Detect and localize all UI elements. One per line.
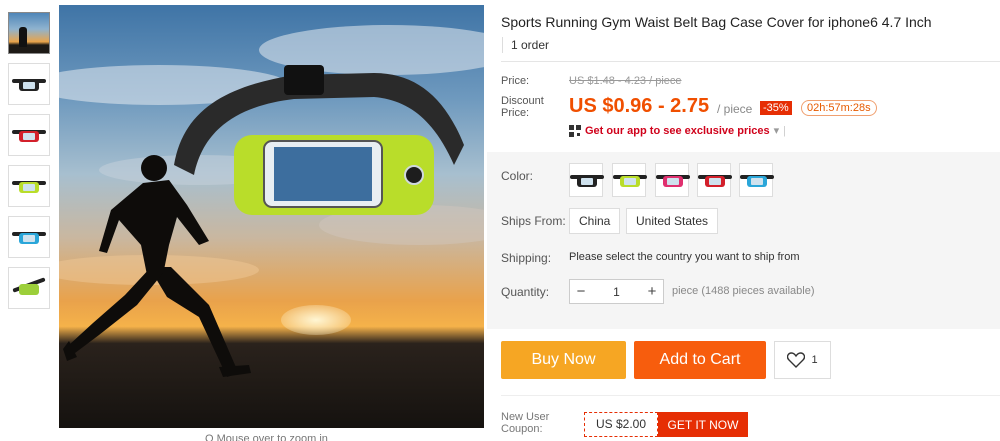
buy-now-button[interactable]: Buy Now [501, 341, 626, 379]
quantity-input[interactable] [592, 280, 641, 303]
caret-down-icon: ▾ [773, 125, 780, 137]
get-coupon-button[interactable]: GET IT NOW [658, 412, 748, 437]
add-to-cart-button[interactable]: Add to Cart [634, 341, 766, 379]
price-unit: / piece [717, 102, 753, 116]
heart-icon [787, 352, 806, 368]
ship-from-china[interactable]: China [569, 208, 621, 234]
thumbnail-blue[interactable] [8, 216, 50, 258]
color-label: Color: [501, 169, 534, 183]
discount-badge: -35% [760, 101, 792, 115]
wishlist-count: 1 [811, 354, 818, 366]
waist-belt-image [174, 65, 464, 215]
stock-available: piece (1488 pieces available) [672, 285, 815, 297]
color-swatch-blue[interactable] [739, 163, 774, 197]
quantity-increase-button[interactable]: + [641, 280, 663, 303]
thumbnail-runner[interactable] [8, 12, 50, 54]
zoom-hint: Q Mouse over to zoom in [205, 433, 328, 441]
main-product-photo[interactable] [59, 5, 484, 428]
quantity-decrease-button[interactable]: − [570, 280, 592, 303]
shipping-label: Shipping: [501, 251, 552, 265]
quantity-stepper: − + [569, 279, 664, 304]
discount-price-label: Discount Price: [501, 95, 544, 119]
color-swatch-pink[interactable] [655, 163, 690, 197]
app-promo-link[interactable]: Get our app to see exclusive prices ▾ | [569, 124, 786, 137]
qr-code-icon [569, 124, 581, 137]
current-price: US $0.96 - 2.75 [569, 95, 710, 117]
order-count: 1 order [502, 37, 549, 53]
countdown-timer: 02h:57m:28s [801, 100, 877, 116]
color-swatch-green[interactable] [612, 163, 647, 197]
thumbnail-green-open[interactable] [8, 267, 50, 309]
coupon-label: New User Coupon: [501, 411, 550, 435]
thumbnail-red[interactable] [8, 114, 50, 156]
color-swatch-red[interactable] [697, 163, 732, 197]
divider [501, 61, 1000, 62]
divider-bar: | [783, 124, 787, 137]
thumbnail-list [8, 12, 52, 318]
ship-from-united-states[interactable]: United States [626, 208, 719, 234]
price-label: Price: [501, 75, 530, 87]
shipping-message: Please select the country you want to sh… [569, 251, 800, 263]
color-swatch-black[interactable] [569, 163, 604, 197]
thumbnail-black[interactable] [8, 63, 50, 105]
app-promo-text: Get our app to see exclusive prices [585, 124, 770, 137]
coupon-amount: US $2.00 [584, 412, 658, 437]
runner-thumbnail-image [9, 13, 49, 53]
quantity-label: Quantity: [501, 285, 550, 299]
thumbnail-green[interactable] [8, 165, 50, 207]
product-title: Sports Running Gym Waist Belt Bag Case C… [501, 14, 932, 30]
wishlist-button[interactable]: 1 [774, 341, 831, 379]
original-price: US $1.48 - 4.23 / piece [569, 75, 682, 87]
divider [501, 395, 1000, 396]
ships-from-label: Ships From: [501, 214, 566, 228]
